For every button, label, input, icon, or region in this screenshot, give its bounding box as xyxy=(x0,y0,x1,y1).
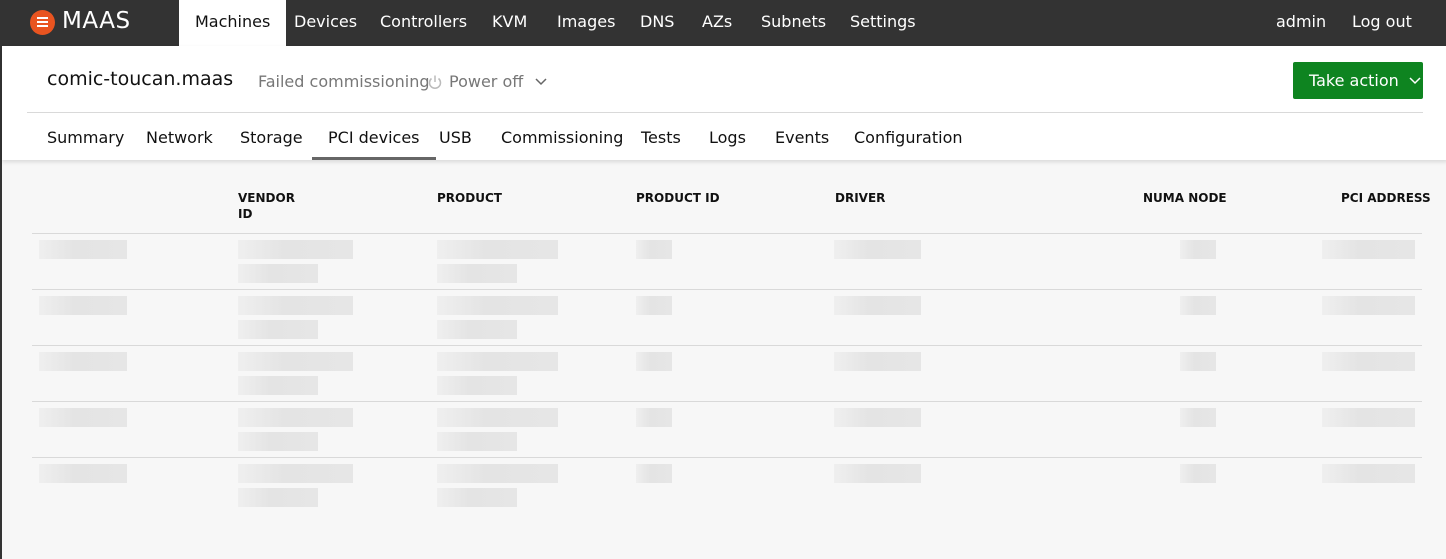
machine-status: Failed commissioning xyxy=(258,72,430,91)
maas-logo-icon[interactable] xyxy=(30,10,55,35)
tab-pci-devices[interactable]: PCI devices xyxy=(312,128,436,160)
loading-placeholder xyxy=(636,464,672,483)
row-divider xyxy=(32,289,1422,290)
tab-storage[interactable]: Storage xyxy=(240,128,303,147)
divider xyxy=(27,112,1423,113)
header-numa-node[interactable]: NUMA NODE xyxy=(1143,190,1227,206)
power-dropdown[interactable]: Power off xyxy=(427,72,547,91)
loading-placeholder xyxy=(437,264,517,283)
nav-devices[interactable]: Devices xyxy=(294,0,357,46)
take-action-label: Take action xyxy=(1309,70,1399,90)
nav-azs[interactable]: AZs xyxy=(702,0,732,46)
loading-placeholder xyxy=(1322,464,1415,483)
row-divider xyxy=(32,233,1422,234)
tab-configuration[interactable]: Configuration xyxy=(854,128,963,147)
nav-images[interactable]: Images xyxy=(557,0,615,46)
loading-placeholder xyxy=(437,320,517,339)
loading-placeholder xyxy=(834,352,921,371)
nav-settings[interactable]: Settings xyxy=(850,0,916,46)
header-product-id[interactable]: PRODUCT ID xyxy=(636,190,720,206)
tab-events[interactable]: Events xyxy=(775,128,829,147)
take-action-button[interactable]: Take action xyxy=(1293,62,1423,99)
chevron-down-icon xyxy=(1409,76,1421,85)
row-divider xyxy=(32,457,1422,458)
loading-placeholder xyxy=(1322,408,1415,427)
loading-placeholder xyxy=(636,352,672,371)
loading-placeholder xyxy=(636,240,672,259)
loading-placeholder xyxy=(1180,352,1216,371)
nav-subnets[interactable]: Subnets xyxy=(761,0,826,46)
row-divider xyxy=(32,345,1422,346)
machine-header: comic-toucan.maas Failed commissioning P… xyxy=(2,46,1446,160)
loading-placeholder xyxy=(39,240,127,259)
tab-commissioning[interactable]: Commissioning xyxy=(501,128,623,147)
loading-placeholder xyxy=(636,408,672,427)
loading-placeholder xyxy=(39,408,127,427)
loading-placeholder xyxy=(1322,352,1415,371)
loading-placeholder xyxy=(437,488,517,507)
tab-logs[interactable]: Logs xyxy=(709,128,746,147)
nav-dns[interactable]: DNS xyxy=(640,0,674,46)
loading-placeholder xyxy=(238,352,353,371)
loading-placeholder xyxy=(1180,464,1216,483)
power-state: Power off xyxy=(449,72,524,91)
tab-usb[interactable]: USB xyxy=(439,128,472,147)
loading-placeholder xyxy=(834,408,921,427)
loading-placeholder xyxy=(238,320,318,339)
loading-placeholder xyxy=(238,488,318,507)
loading-placeholder xyxy=(238,464,353,483)
loading-placeholder xyxy=(238,264,318,283)
loading-placeholder xyxy=(437,408,558,427)
nav-user[interactable]: admin xyxy=(1276,0,1326,46)
loading-placeholder xyxy=(238,408,353,427)
loading-placeholder xyxy=(39,352,127,371)
machine-name: comic-toucan.maas xyxy=(47,68,234,90)
nav-kvm[interactable]: KVM xyxy=(492,0,527,46)
loading-placeholder xyxy=(834,240,921,259)
loading-placeholder xyxy=(437,240,558,259)
header-driver[interactable]: DRIVER xyxy=(835,190,885,206)
header-vendor-id[interactable]: VENDOR ID xyxy=(238,190,295,222)
loading-placeholder xyxy=(437,296,558,315)
row-divider xyxy=(32,401,1422,402)
loading-placeholder xyxy=(39,464,127,483)
power-icon xyxy=(427,74,443,90)
loading-placeholder xyxy=(238,296,353,315)
loading-placeholder xyxy=(437,376,517,395)
loading-placeholder xyxy=(39,296,127,315)
loading-placeholder xyxy=(238,376,318,395)
loading-placeholder xyxy=(1180,240,1216,259)
nav-controllers[interactable]: Controllers xyxy=(380,0,467,46)
loading-placeholder xyxy=(834,296,921,315)
nav-logout[interactable]: Log out xyxy=(1352,0,1412,46)
loading-placeholder xyxy=(437,432,517,451)
nav-machines[interactable]: Machines xyxy=(179,0,287,46)
loading-placeholder xyxy=(238,432,318,451)
loading-placeholder xyxy=(238,240,353,259)
tab-network[interactable]: Network xyxy=(146,128,213,147)
loading-placeholder xyxy=(1322,240,1415,259)
loading-placeholder xyxy=(834,464,921,483)
loading-placeholder xyxy=(636,296,672,315)
top-navigation: MAAS Machines Devices Controllers KVM Im… xyxy=(2,0,1446,46)
chevron-down-icon xyxy=(535,77,547,86)
loading-placeholder xyxy=(1322,296,1415,315)
loading-placeholder xyxy=(437,464,558,483)
tab-tests[interactable]: Tests xyxy=(641,128,681,147)
header-pci-address[interactable]: PCI ADDRESS xyxy=(1341,190,1431,206)
brand-name[interactable]: MAAS xyxy=(62,8,131,34)
loading-placeholder xyxy=(437,352,558,371)
loading-placeholder xyxy=(1180,296,1216,315)
tab-summary[interactable]: Summary xyxy=(47,128,124,147)
header-product[interactable]: PRODUCT xyxy=(437,190,502,206)
loading-placeholder xyxy=(1180,408,1216,427)
